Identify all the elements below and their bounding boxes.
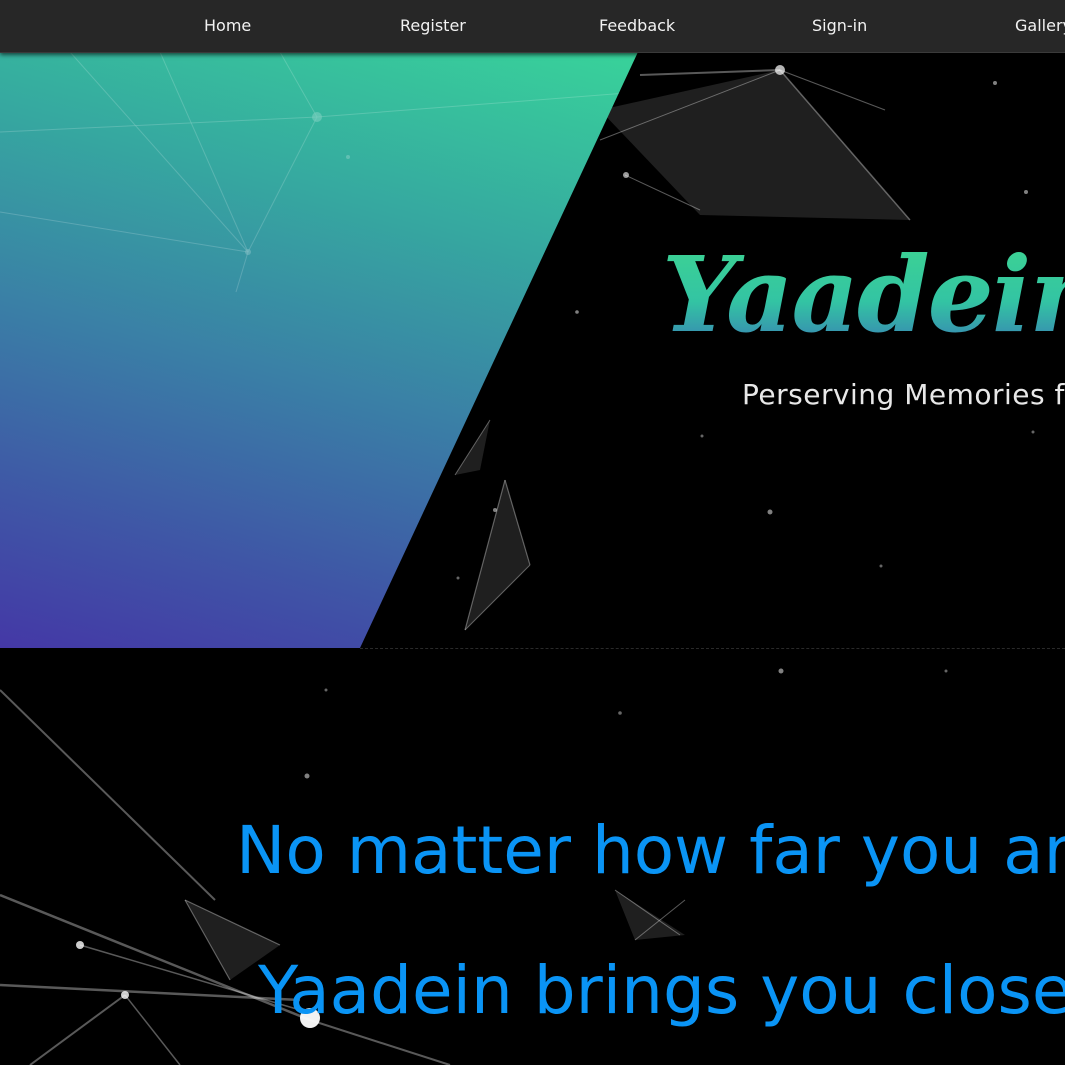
nav-link-home[interactable]: Home	[204, 0, 251, 52]
logo-title: Yaadein	[662, 230, 1065, 360]
nav-link-register[interactable]: Register	[400, 0, 466, 52]
logo-subtitle: Perserving Memories fo	[742, 378, 1065, 411]
nav-link-sign-in[interactable]: Sign-in	[812, 0, 867, 52]
nav-link-gallery[interactable]: Gallery	[1015, 0, 1065, 52]
page: Home Register Feedback Sign-in Gallery Y…	[0, 0, 1065, 1065]
nav-link-feedback[interactable]: Feedback	[599, 0, 675, 52]
top-navbar: Home Register Feedback Sign-in Gallery	[0, 0, 1065, 53]
tagline-line-1: No matter how far you ar	[236, 812, 1065, 889]
section-divider	[360, 648, 1065, 649]
tagline-line-2: Yaadein brings you close	[258, 952, 1065, 1029]
site-logo: Yaadein Perserving Memories fo	[662, 220, 1065, 420]
